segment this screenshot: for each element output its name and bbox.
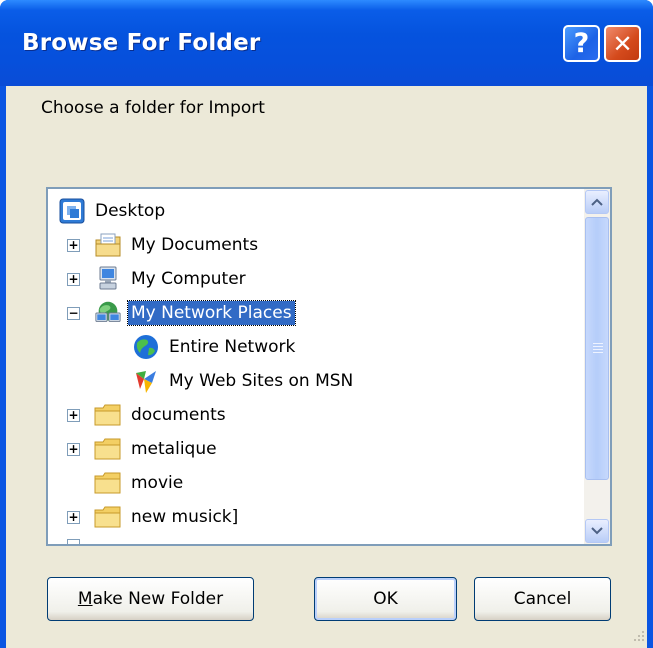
folder-icon xyxy=(94,401,122,429)
my-computer-icon xyxy=(94,265,122,293)
expand-toggle[interactable]: + xyxy=(67,511,80,524)
tree-item-label: Entire Network xyxy=(169,337,296,357)
tree-item-new-musick[interactable]: new musick] xyxy=(94,500,241,534)
tree-item-label: My Web Sites on MSN xyxy=(169,371,354,391)
button-label: OK xyxy=(373,589,398,609)
tree-item-my-web-sites-on-msn[interactable]: My Web Sites on MSN xyxy=(132,364,356,398)
tree-item-entire-network[interactable]: Entire Network xyxy=(132,330,298,364)
tree-item-my-network-places[interactable]: My Network Places xyxy=(94,296,296,330)
folder-icon xyxy=(94,435,122,463)
browse-for-folder-dialog: Browse For Folder ? ✕ Choose a folder fo… xyxy=(0,0,653,648)
scroll-up-button[interactable] xyxy=(585,190,609,214)
cancel-button[interactable]: Cancel xyxy=(474,577,611,621)
tree-item-label: Desktop xyxy=(95,201,166,221)
expand-toggle[interactable]: + xyxy=(67,409,80,422)
tree-item-label: movie xyxy=(131,473,184,493)
tree-item-label: My Network Places xyxy=(127,300,296,326)
expand-toggle[interactable] xyxy=(67,539,80,544)
vertical-scrollbar[interactable] xyxy=(584,189,610,544)
tree-item-label: My Documents xyxy=(131,235,259,255)
expand-toggle[interactable]: + xyxy=(67,443,80,456)
help-button[interactable]: ? xyxy=(563,25,600,62)
help-icon: ? xyxy=(573,28,590,59)
resize-grip-icon[interactable] xyxy=(631,628,645,642)
expand-toggle[interactable]: + xyxy=(67,273,80,286)
window-title: Browse For Folder xyxy=(22,30,261,56)
tree-item-label: documents xyxy=(131,405,226,425)
tree-item-my-documents[interactable]: My Documents xyxy=(94,228,261,262)
msn-icon xyxy=(132,367,160,395)
mnemonic-letter: M xyxy=(77,589,93,609)
close-icon: ✕ xyxy=(612,29,633,58)
desktop-icon xyxy=(58,197,86,225)
folder-icon xyxy=(94,503,122,531)
ok-button[interactable]: OK xyxy=(314,577,457,621)
entire-network-icon xyxy=(132,333,160,361)
close-button[interactable]: ✕ xyxy=(604,25,641,62)
my-documents-icon xyxy=(94,231,122,259)
tree-item-label: metalique xyxy=(131,439,217,459)
collapse-toggle[interactable]: − xyxy=(67,307,80,320)
tree-item-label: My Computer xyxy=(131,269,246,289)
tree-item-desktop[interactable]: Desktop xyxy=(58,194,168,228)
folder-icon xyxy=(94,469,122,497)
prompt-text: Choose a folder for Import xyxy=(41,98,265,118)
button-label: ake New Folder xyxy=(92,589,224,609)
chevron-up-icon xyxy=(591,198,603,206)
chevron-down-icon xyxy=(591,527,603,535)
button-label: Cancel xyxy=(513,589,572,609)
network-places-icon xyxy=(94,299,122,327)
tree-item-metalique[interactable]: metalique xyxy=(94,432,220,466)
make-new-folder-button[interactable]: Make New Folder xyxy=(47,577,254,621)
tree-item-label: new musick] xyxy=(131,507,239,527)
folder-tree[interactable]: Desktop + My Documents + My Computer − M… xyxy=(46,187,612,546)
tree-item-my-computer[interactable]: My Computer xyxy=(94,262,249,296)
title-bar[interactable]: Browse For Folder ? ✕ xyxy=(0,0,653,86)
tree-item-documents[interactable]: documents xyxy=(94,398,229,432)
tree-item-movie[interactable]: movie xyxy=(94,466,186,500)
expand-toggle[interactable]: + xyxy=(67,239,80,252)
scroll-down-button[interactable] xyxy=(585,519,609,543)
scroll-thumb[interactable] xyxy=(585,217,609,480)
